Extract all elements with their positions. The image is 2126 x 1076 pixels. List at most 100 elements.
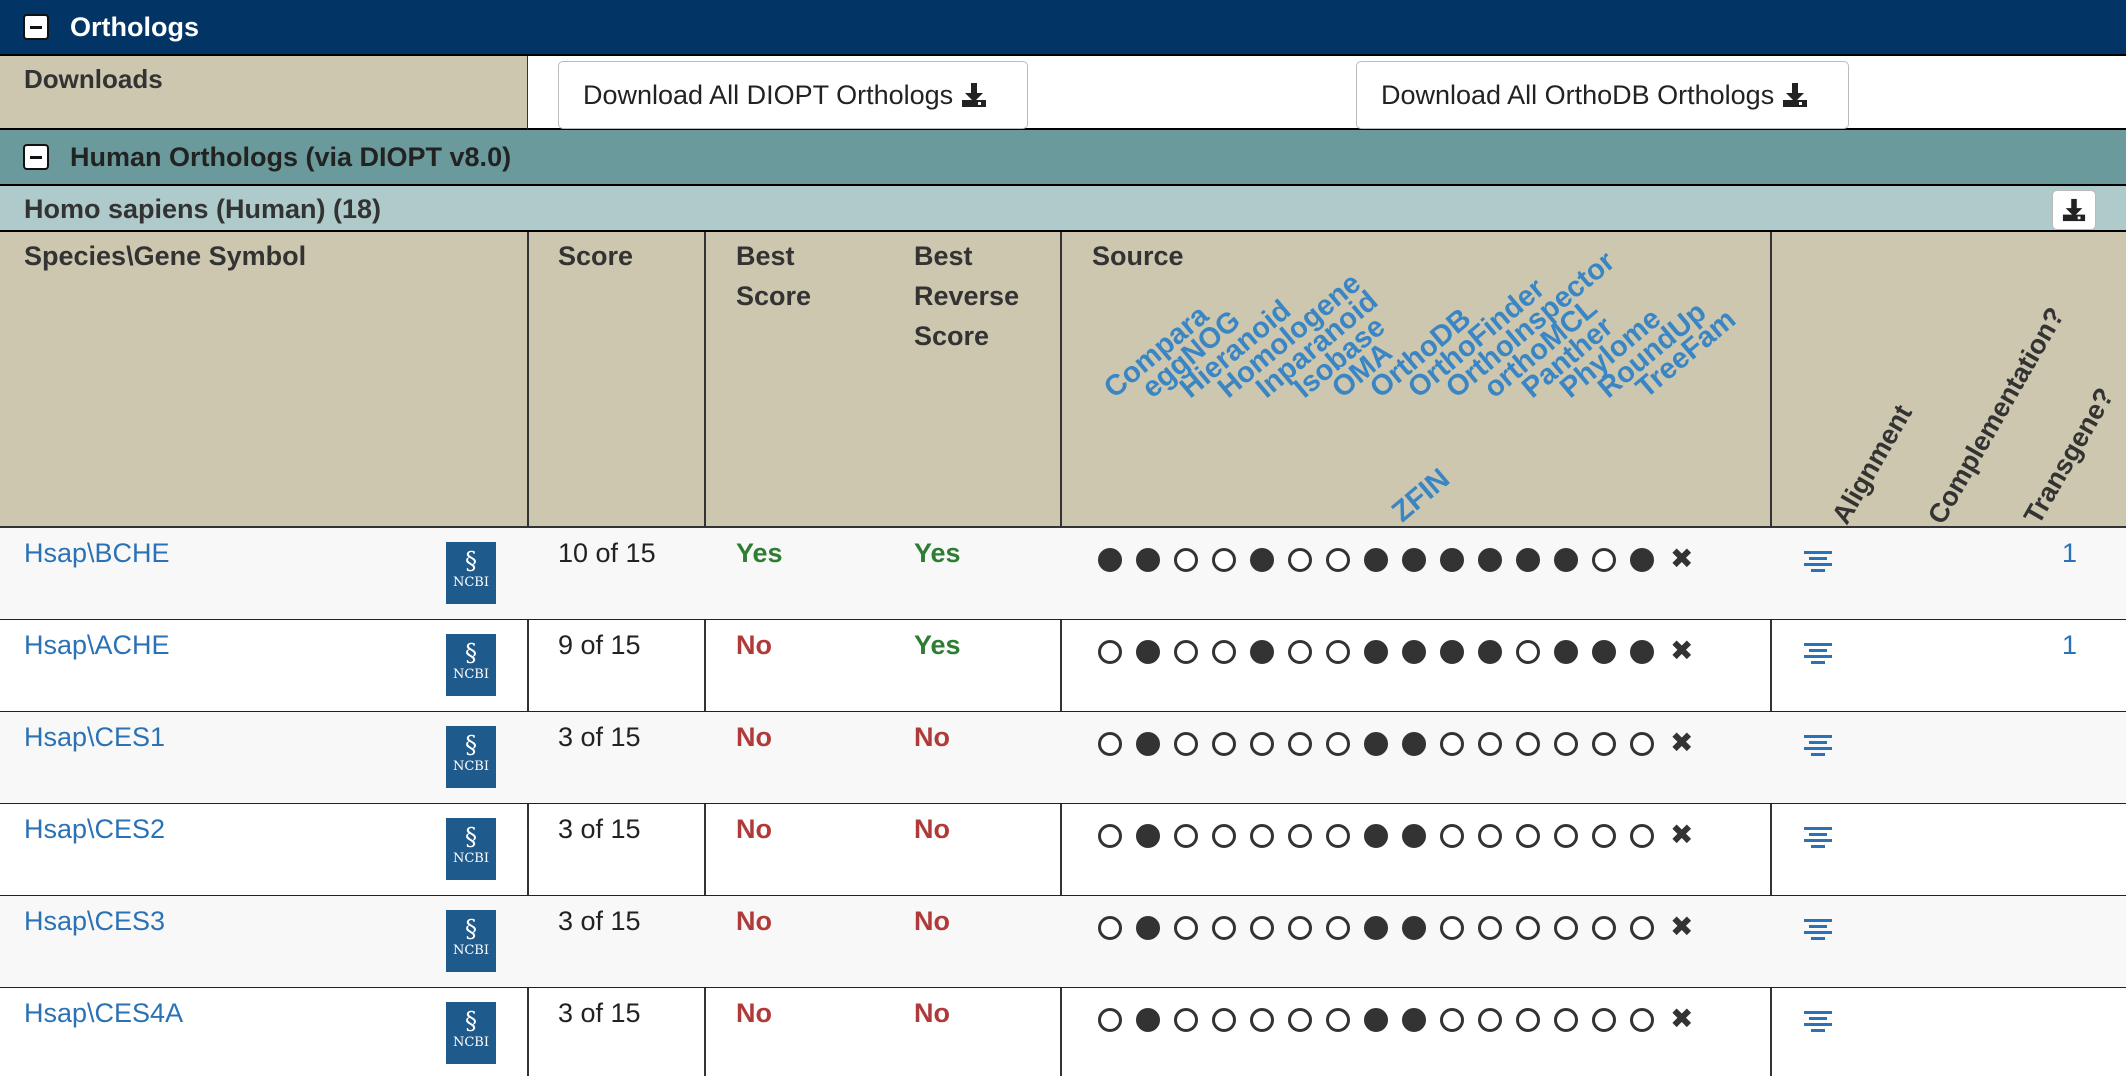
- source-match-dot: [1364, 1008, 1388, 1032]
- table-row: Hsap\CES3 § NCBI 3 of 15 No No ✖: [0, 896, 2126, 988]
- source-no-match-dot: [1098, 1008, 1122, 1032]
- source-no-match-dot: [1250, 916, 1274, 940]
- source-no-match-dot: [1098, 640, 1122, 664]
- source-no-match-dot: [1326, 824, 1350, 848]
- col-best-reverse-line2[interactable]: Reverse: [914, 276, 1019, 316]
- col-score[interactable]: Score: [558, 236, 633, 276]
- table-row: Hsap\CES1 § NCBI 3 of 15 No No ✖: [0, 712, 2126, 804]
- source-no-match-dot: [1212, 824, 1236, 848]
- source-no-match-dot: [1592, 1008, 1616, 1032]
- source-no-match-dot: [1250, 824, 1274, 848]
- gene-link[interactable]: Hsap\ACHE: [24, 630, 170, 661]
- col-best-reverse-line3[interactable]: Score: [914, 316, 989, 356]
- source-match-dot: [1136, 732, 1160, 756]
- col-best-score-line1[interactable]: Best: [736, 236, 795, 276]
- source-no-match-dot: [1516, 1008, 1540, 1032]
- collapse-toggle-icon[interactable]: [23, 14, 49, 40]
- source-no-match-dot: [1630, 916, 1654, 940]
- zfin-none-icon: ✖: [1670, 635, 1694, 666]
- source-match-dot: [1136, 548, 1160, 572]
- source-no-match-dot: [1288, 548, 1312, 572]
- dna-helix-icon: §: [465, 731, 477, 759]
- download-icon: [962, 83, 987, 107]
- species-download-button[interactable]: [2052, 190, 2096, 230]
- source-match-dot: [1516, 548, 1540, 572]
- table-row: Hsap\CES4A § NCBI 3 of 15 No No ✖: [0, 988, 2126, 1076]
- ncbi-link-icon[interactable]: § NCBI: [446, 542, 496, 604]
- source-match-dot: [1136, 916, 1160, 940]
- zfin-none-icon: ✖: [1670, 1003, 1694, 1034]
- source-no-match-dot: [1592, 916, 1616, 940]
- alignment-icon[interactable]: [1804, 734, 1832, 758]
- best-score-value: No: [736, 722, 772, 752]
- source-match-dot: [1554, 640, 1578, 664]
- source-no-match-dot: [1554, 824, 1578, 848]
- source-match-dot: [1630, 640, 1654, 664]
- gene-link[interactable]: Hsap\BCHE: [24, 538, 170, 569]
- source-match-dot: [1440, 548, 1464, 572]
- gene-link[interactable]: Hsap\CES3: [24, 906, 165, 937]
- alignment-icon[interactable]: [1804, 918, 1832, 942]
- best-score-value: No: [736, 998, 772, 1028]
- alignment-icon[interactable]: [1804, 1010, 1832, 1034]
- species-bar: Homo sapiens (Human) (18): [0, 186, 2126, 232]
- source-no-match-dot: [1478, 732, 1502, 756]
- ncbi-link-icon[interactable]: § NCBI: [446, 910, 496, 972]
- table-row: Hsap\ACHE § NCBI 9 of 15 No Yes ✖ 1: [0, 620, 2126, 712]
- best-reverse-value: Yes: [914, 630, 961, 660]
- best-reverse-value: No: [914, 998, 950, 1028]
- download-diopt-button[interactable]: Download All DIOPT Orthologs: [558, 61, 1028, 129]
- alignment-icon[interactable]: [1804, 826, 1832, 850]
- transgene-count-link[interactable]: 1: [2062, 630, 2077, 661]
- best-reverse-value: No: [914, 814, 950, 844]
- score-value: 9 of 15: [558, 630, 641, 660]
- species-title: Homo sapiens (Human) (18): [24, 194, 382, 224]
- col-species-gene[interactable]: Species\Gene Symbol: [24, 236, 306, 276]
- ncbi-link-icon[interactable]: § NCBI: [446, 1002, 496, 1064]
- zfin-none-icon: ✖: [1670, 819, 1694, 850]
- download-orthodb-button[interactable]: Download All OrthoDB Orthologs: [1356, 61, 1849, 129]
- table-row: Hsap\BCHE § NCBI 10 of 15 Yes Yes ✖ 1: [0, 528, 2126, 620]
- downloads-label: Downloads: [24, 64, 163, 94]
- source-no-match-dot: [1630, 732, 1654, 756]
- ncbi-link-icon[interactable]: § NCBI: [446, 634, 496, 696]
- col-best-score-line2[interactable]: Score: [736, 276, 811, 316]
- source-no-match-dot: [1212, 732, 1236, 756]
- ncbi-label: NCBI: [452, 1035, 489, 1050]
- transgene-count-link[interactable]: 1: [2062, 538, 2077, 569]
- source-no-match-dot: [1326, 1008, 1350, 1032]
- source-no-match-dot: [1478, 916, 1502, 940]
- source-no-match-dot: [1174, 916, 1198, 940]
- source-match-dot: [1136, 824, 1160, 848]
- source-no-match-dot: [1098, 824, 1122, 848]
- source-no-match-dot: [1174, 732, 1198, 756]
- source-no-match-dot: [1174, 1008, 1198, 1032]
- zfin-none-icon: ✖: [1670, 911, 1694, 942]
- dna-helix-icon: §: [465, 1007, 477, 1035]
- gene-link[interactable]: Hsap\CES2: [24, 814, 165, 845]
- source-no-match-dot: [1554, 1008, 1578, 1032]
- ncbi-link-icon[interactable]: § NCBI: [446, 818, 496, 880]
- col-best-reverse-line1[interactable]: Best: [914, 236, 973, 276]
- best-score-value: No: [736, 814, 772, 844]
- gene-link[interactable]: Hsap\CES1: [24, 722, 165, 753]
- source-match-dot: [1364, 640, 1388, 664]
- source-match-dot: [1364, 548, 1388, 572]
- gene-link[interactable]: Hsap\CES4A: [24, 998, 183, 1029]
- best-score-value: Yes: [736, 538, 783, 568]
- source-match-dot: [1630, 548, 1654, 572]
- best-reverse-value: No: [914, 722, 950, 752]
- source-no-match-dot: [1630, 1008, 1654, 1032]
- source-match-dot: [1136, 1008, 1160, 1032]
- source-match-dot: [1364, 824, 1388, 848]
- ncbi-label: NCBI: [452, 943, 489, 958]
- alignment-icon[interactable]: [1804, 642, 1832, 666]
- source-no-match-dot: [1516, 824, 1540, 848]
- alignment-icon[interactable]: [1804, 550, 1832, 574]
- source-no-match-dot: [1440, 824, 1464, 848]
- source-match-dot: [1364, 916, 1388, 940]
- ncbi-link-icon[interactable]: § NCBI: [446, 726, 496, 788]
- source-no-match-dot: [1174, 824, 1198, 848]
- collapse-toggle-icon[interactable]: [23, 144, 49, 170]
- source-match-dot: [1402, 732, 1426, 756]
